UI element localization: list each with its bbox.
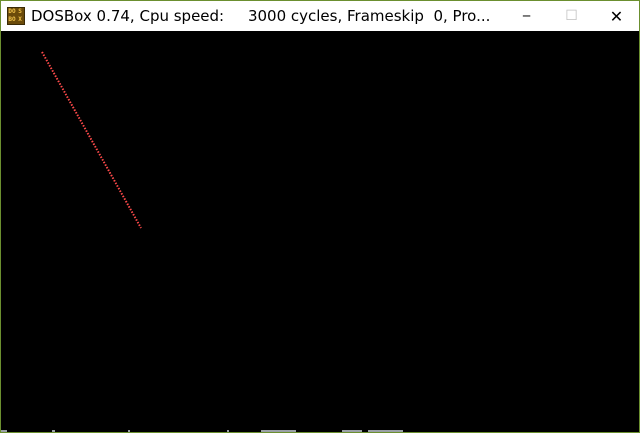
close-button[interactable]: ✕ (594, 1, 639, 31)
bottom-edge (1, 430, 639, 432)
icon-letter-2: S (18, 8, 22, 15)
dos-screen[interactable] (1, 31, 639, 432)
icon-letter-1: DO (8, 8, 16, 15)
window-title: DOSBox 0.74, Cpu speed: 3000 cycles, Fra… (31, 7, 491, 25)
red-diagonal-line (41, 51, 142, 229)
close-icon: ✕ (609, 6, 624, 26)
icon-letter-4: X (18, 16, 22, 23)
maximize-icon: ☐ (565, 8, 578, 24)
dosbox-window: DO S BO X DOSBox 0.74, Cpu speed: 3000 c… (0, 0, 640, 433)
dosbox-icon[interactable]: DO S BO X (7, 7, 25, 25)
window-controls: ─ ☐ ✕ (504, 1, 639, 31)
minimize-icon: ─ (522, 9, 531, 23)
title-bar[interactable]: DO S BO X DOSBox 0.74, Cpu speed: 3000 c… (1, 1, 639, 31)
dos-graphics (41, 51, 142, 229)
icon-letter-3: BO (8, 16, 16, 23)
minimize-button[interactable]: ─ (504, 1, 549, 31)
maximize-button[interactable]: ☐ (549, 1, 594, 31)
